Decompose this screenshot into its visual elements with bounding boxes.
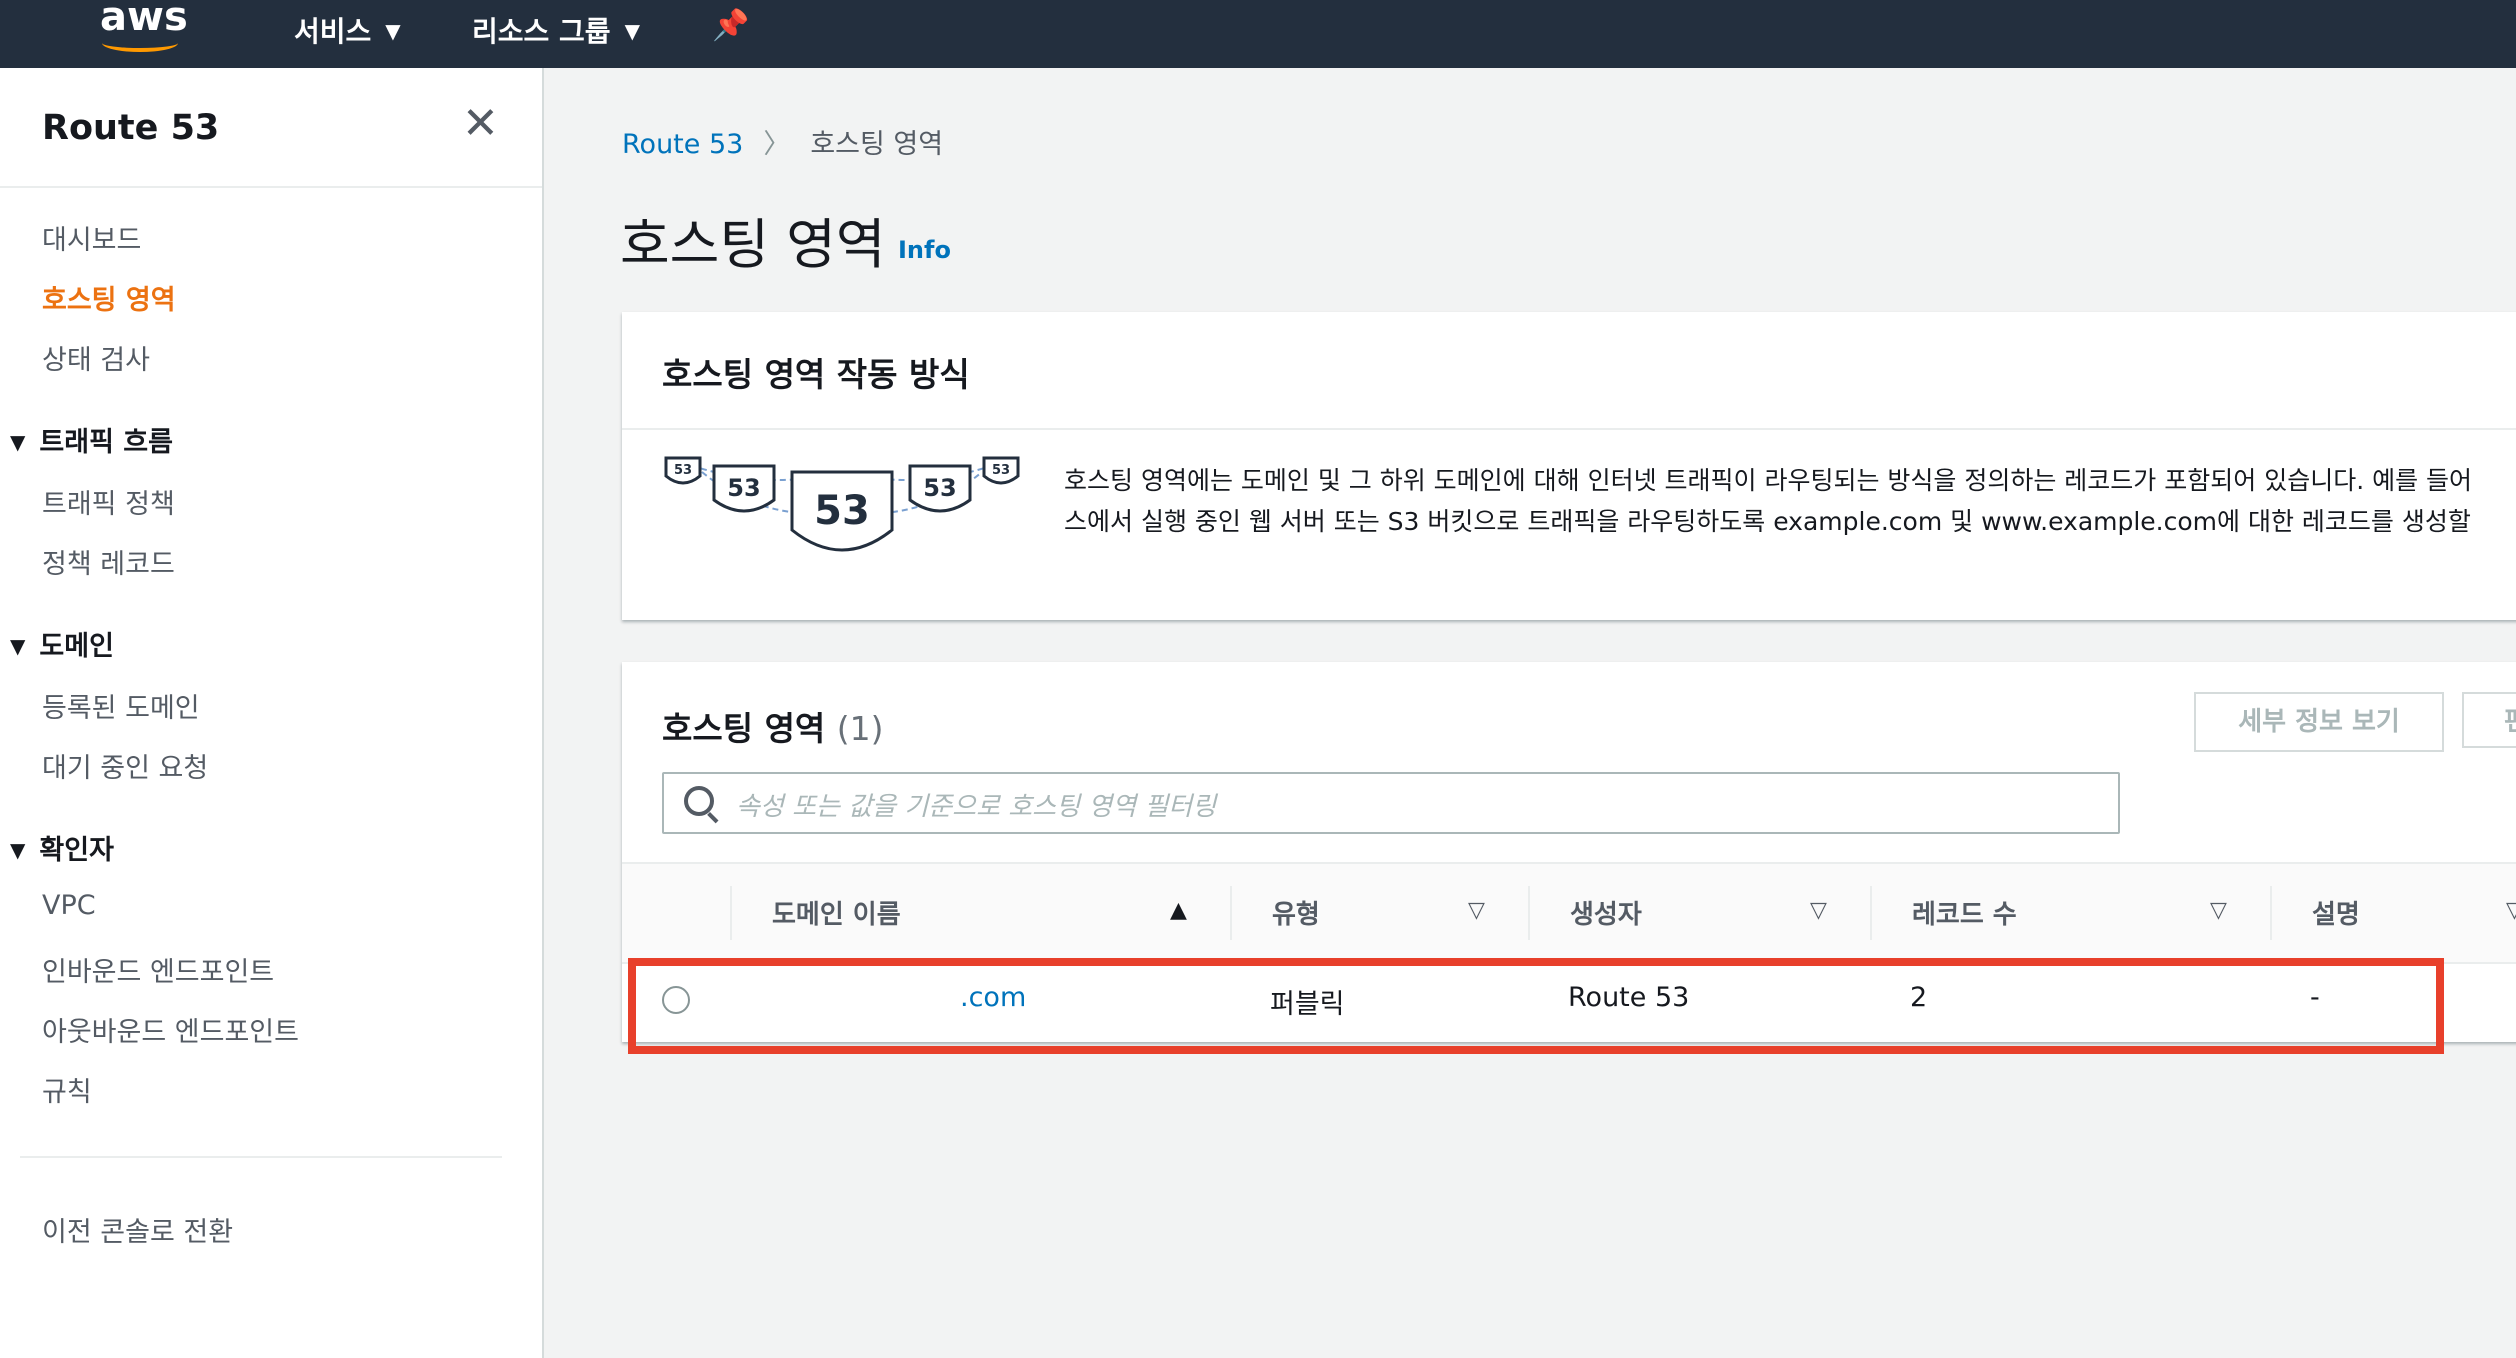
close-icon[interactable]: ✕ [462, 98, 499, 149]
description-line: 스에서 실행 중인 웹 서버 또는 S3 버킷으로 트래픽을 라우팅하도록 ex… [1064, 507, 2471, 536]
shield-label: 53 [923, 474, 956, 502]
search-input[interactable]: 속성 또는 값을 기준으로 호스팅 영역 필터링 [662, 772, 2120, 834]
column-separator [1230, 886, 1232, 940]
search-icon [684, 786, 714, 816]
column-separator [730, 886, 732, 940]
column-separator [1870, 886, 1872, 940]
column-header-created-by[interactable]: 생성자 [1570, 894, 1642, 931]
switch-old-console-link[interactable]: 이전 콘솔로 전환 [42, 1210, 233, 1249]
sidebar-item-registered-domains[interactable]: 등록된 도메인 [42, 686, 200, 725]
sidebar-item-pending-requests[interactable]: 대기 중인 요청 [42, 746, 208, 785]
hosted-zones-count: (1) [836, 709, 884, 748]
resource-groups-menu[interactable]: 리소스 그룹 ▼ [472, 10, 640, 50]
caret-down-icon: ▼ [10, 430, 26, 454]
chevron-down-icon: ▼ [624, 19, 640, 43]
row-highlight-box [628, 958, 2444, 1054]
column-header-type[interactable]: 유형 [1272, 894, 1320, 931]
sidebar-item-traffic-policies[interactable]: 트래픽 정책 [42, 482, 175, 521]
hosted-zones-title-text: 호스팅 영역 [662, 709, 826, 748]
sidebar-item-policy-records[interactable]: 정책 레코드 [42, 542, 175, 581]
sort-icon[interactable]: ▽ [1810, 898, 1827, 923]
column-header-description[interactable]: 설명 [2312, 894, 2360, 931]
aws-logo[interactable]: aws [100, 0, 188, 52]
column-separator [1528, 886, 1530, 940]
sort-ascending-icon[interactable]: ▲ [1170, 898, 1187, 923]
sidebar-item-inbound-endpoints[interactable]: 인바운드 엔드포인트 [42, 950, 274, 989]
how-it-works-title: 호스팅 영역 작동 방식 [662, 355, 970, 394]
pin-icon[interactable]: 📌 [712, 8, 749, 43]
breadcrumb: Route 53 〉 호스팅 영역 [622, 122, 943, 161]
sidebar-item-rules[interactable]: 규칙 [42, 1070, 92, 1109]
aws-smile-icon [102, 34, 178, 52]
sidebar-section-resolver[interactable]: ▼ 확인자 [10, 828, 114, 867]
hosted-zones-title: 호스팅 영역 (1) [662, 702, 884, 750]
services-menu[interactable]: 서비스 ▼ [294, 10, 401, 50]
breadcrumb-current: 호스팅 영역 [810, 129, 944, 160]
table-header: 도메인 이름 ▲ 유형 ▽ 생성자 ▽ 레코드 수 ▽ 설명 ▽ [622, 862, 2516, 964]
shield-label: 53 [674, 463, 692, 478]
column-separator [2270, 886, 2272, 940]
edit-button[interactable]: 편 [2462, 692, 2516, 748]
caret-down-icon: ▼ [10, 838, 26, 862]
sidebar-item-hosted-zones[interactable]: 호스팅 영역 [42, 278, 176, 317]
page-title: 호스팅 영역 [620, 213, 886, 276]
sidebar-divider [20, 1156, 502, 1158]
sidebar-divider [0, 186, 542, 188]
section-heading: 도메인 [39, 631, 114, 662]
search-placeholder: 속성 또는 값을 기준으로 호스팅 영역 필터링 [736, 792, 1217, 822]
breadcrumb-root-link[interactable]: Route 53 [622, 129, 743, 160]
shield-label: 53 [814, 488, 870, 534]
sidebar-item-vpc[interactable]: VPC [42, 890, 96, 921]
shield-label: 53 [992, 463, 1010, 478]
route53-shields-illustration: 53 53 53 53 53 [664, 456, 1020, 552]
chevron-right-icon: 〉 [763, 129, 791, 160]
sidebar-item-outbound-endpoints[interactable]: 아웃바운드 엔드포인트 [42, 1010, 299, 1049]
sidebar-item-dashboard[interactable]: 대시보드 [42, 218, 141, 257]
sort-icon[interactable]: ▽ [1468, 898, 1485, 923]
caret-down-icon: ▼ [10, 634, 26, 658]
view-details-button[interactable]: 세부 정보 보기 [2194, 692, 2444, 752]
chevron-down-icon: ▼ [385, 19, 401, 43]
how-it-works-panel: 호스팅 영역 작동 방식 53 53 53 53 53 호스팅 영역에는 도메인… [622, 312, 2516, 620]
sidebar-section-traffic-flow[interactable]: ▼ 트래픽 흐름 [10, 420, 173, 459]
how-it-works-description: 호스팅 영역에는 도메인 및 그 하위 도메인에 대해 인터넷 트래픽이 라우팅… [1064, 460, 2516, 542]
info-link[interactable]: Info [898, 236, 951, 264]
sidebar-title: Route 53 [42, 108, 220, 148]
services-label: 서비스 [294, 15, 372, 48]
description-line: 호스팅 영역에는 도메인 및 그 하위 도메인에 대해 인터넷 트래픽이 라우팅… [1064, 466, 2473, 495]
section-heading: 트래픽 흐름 [39, 427, 173, 458]
sort-icon[interactable]: ▽ [2506, 898, 2516, 923]
sidebar: Route 53 ✕ 대시보드 호스팅 영역 상태 검사 ▼ 트래픽 흐름 트래픽… [0, 68, 544, 1358]
panel-divider [622, 428, 2516, 430]
shield-label: 53 [727, 474, 760, 502]
column-header-domain-name[interactable]: 도메인 이름 [772, 894, 901, 931]
column-header-record-count[interactable]: 레코드 수 [1912, 894, 2017, 931]
top-navigation-bar: aws 서비스 ▼ 리소스 그룹 ▼ 📌 [0, 0, 2516, 68]
section-heading: 확인자 [39, 835, 114, 866]
sidebar-item-health-checks[interactable]: 상태 검사 [42, 338, 150, 377]
sort-icon[interactable]: ▽ [2210, 898, 2227, 923]
resource-groups-label: 리소스 그룹 [472, 15, 611, 48]
sidebar-section-domains[interactable]: ▼ 도메인 [10, 624, 114, 663]
